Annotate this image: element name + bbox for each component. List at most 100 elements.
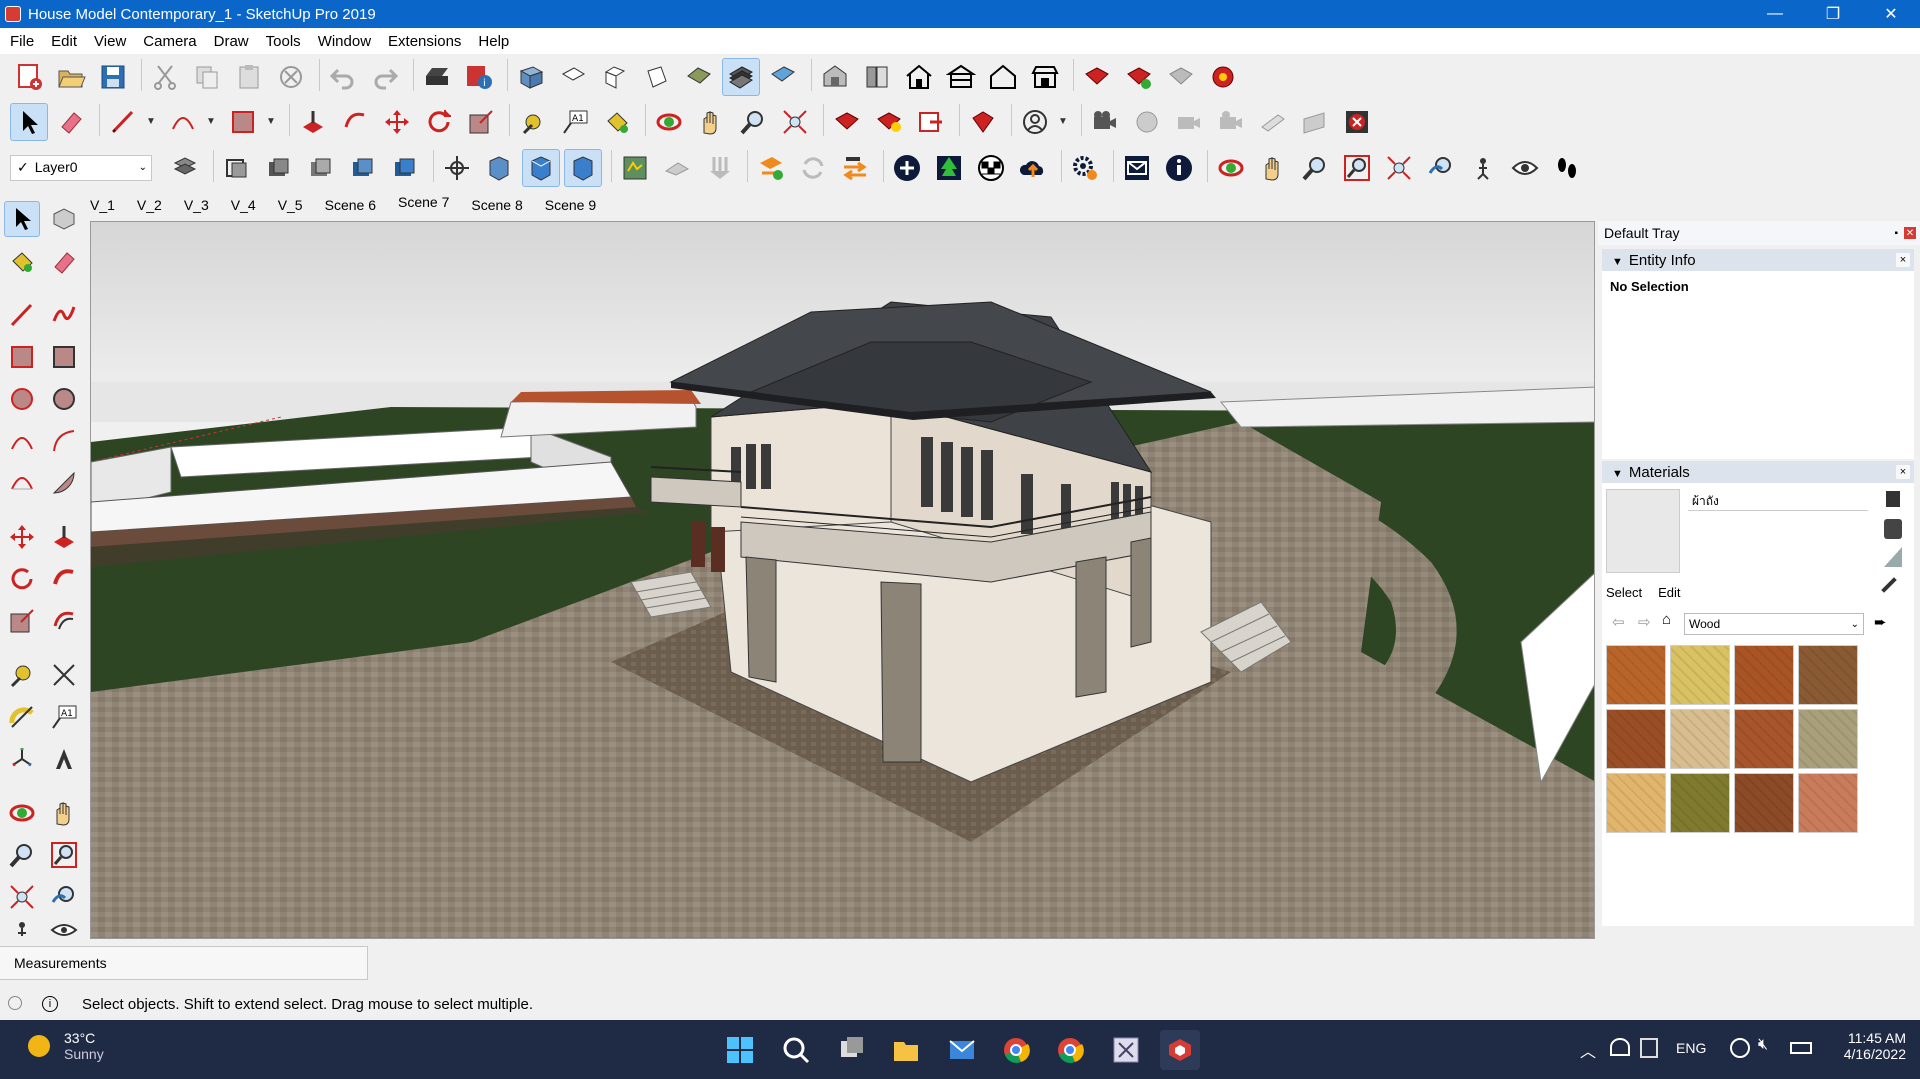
save-icon[interactable] [94, 58, 132, 96]
search-icon[interactable] [776, 1030, 816, 1070]
windows-start-icon[interactable] [720, 1030, 760, 1070]
scene-tab[interactable]: V_3 [184, 197, 209, 213]
xray-icon[interactable] [218, 149, 256, 187]
back-edges-icon[interactable] [260, 149, 298, 187]
pan-2-icon[interactable] [1254, 149, 1292, 187]
mail-app-icon[interactable] [942, 1030, 982, 1070]
camera-gray-icon[interactable] [1170, 103, 1208, 141]
measurements-box[interactable]: Measurements [0, 946, 368, 980]
orbit-2-icon[interactable] [1212, 149, 1250, 187]
rotate-tool-icon[interactable] [420, 103, 458, 141]
material-swatch[interactable] [1734, 709, 1794, 769]
zoom-window-icon[interactable] [1338, 149, 1376, 187]
photo-textures-icon[interactable] [700, 149, 738, 187]
text-tool-icon[interactable]: A1 [556, 103, 594, 141]
material-swatch[interactable] [1798, 645, 1858, 705]
mail-icon[interactable] [1118, 149, 1156, 187]
snipping-tool-icon[interactable] [1106, 1030, 1146, 1070]
orbit-icon[interactable] [4, 795, 40, 831]
warehouse-get-icon[interactable] [828, 103, 866, 141]
material-swatch[interactable] [1798, 773, 1858, 833]
scene-tab-active[interactable]: Scene 7 [398, 194, 449, 210]
select-tool-icon[interactable] [10, 102, 48, 141]
entity-info-close-icon[interactable]: × [1896, 253, 1910, 267]
polygon-tool-icon[interactable] [46, 381, 82, 417]
offset-tool-icon[interactable] [46, 603, 82, 639]
menu-file[interactable]: File [10, 33, 34, 50]
add-location-icon[interactable] [616, 149, 654, 187]
view-top-icon[interactable] [554, 58, 592, 96]
erase-selection-icon[interactable] [272, 58, 310, 96]
push-pull-icon[interactable] [294, 103, 332, 141]
add-circle-icon[interactable] [888, 149, 926, 187]
menu-camera[interactable]: Camera [143, 33, 196, 50]
paint-bucket-icon[interactable] [598, 103, 636, 141]
tape-measure-icon[interactable] [514, 103, 552, 141]
battery-icon[interactable] [1790, 1042, 1812, 1054]
create-material-icon[interactable] [1884, 519, 1902, 539]
zoom-2-icon[interactable] [1296, 149, 1334, 187]
look-around-icon[interactable] [1506, 149, 1544, 187]
language-indicator[interactable]: ENG [1676, 1040, 1706, 1056]
open-folder-icon[interactable] [52, 58, 90, 96]
minimize-button[interactable]: — [1746, 0, 1804, 28]
tab-select[interactable]: Select [1606, 585, 1642, 600]
tray-chevron-up-icon[interactable]: ︿ [1580, 1038, 1596, 1062]
push-pull-icon[interactable] [46, 519, 82, 555]
material-swatch[interactable] [1606, 645, 1666, 705]
scene-tab[interactable]: V_5 [278, 197, 303, 213]
look-around-icon[interactable] [46, 919, 82, 941]
globe-icon[interactable] [1730, 1038, 1750, 1058]
shaded-style-icon[interactable] [386, 149, 424, 187]
zoom-extents-icon[interactable] [4, 879, 40, 915]
rotated-rectangle-icon[interactable] [46, 339, 82, 375]
scene-tab[interactable]: V_4 [231, 197, 256, 213]
rectangle-tool-icon[interactable] [4, 339, 40, 375]
scale-tool-icon[interactable] [4, 603, 40, 639]
restore-button[interactable]: ❐ [1804, 0, 1862, 28]
collection-dropdown[interactable]: Wood ⌄ [1684, 613, 1864, 635]
chrome-profile-icon[interactable] [1050, 1030, 1090, 1070]
checker-sphere-icon[interactable] [972, 149, 1010, 187]
house-outline-icon[interactable] [984, 58, 1022, 96]
scale-tool-icon[interactable] [462, 103, 500, 141]
view-front-icon[interactable] [596, 58, 634, 96]
cloud-upload-icon[interactable] [1014, 149, 1052, 187]
in-model-home-icon[interactable]: ⌂ [1662, 611, 1671, 628]
paste-icon[interactable] [230, 58, 268, 96]
zoom-window-icon[interactable] [46, 837, 82, 873]
menu-tools[interactable]: Tools [266, 33, 301, 50]
warehouse-icon[interactable] [816, 58, 854, 96]
forward-arrow-icon[interactable]: ⇨ [1638, 613, 1651, 631]
swap-arrows-icon[interactable] [836, 149, 874, 187]
circle-tool-icon[interactable] [4, 381, 40, 417]
info-icon[interactable] [1160, 149, 1198, 187]
extension-export-icon[interactable] [1120, 58, 1158, 96]
pie-tool-icon[interactable] [46, 465, 82, 501]
shaded-textures-icon[interactable] [722, 57, 760, 96]
hard-drive-icon[interactable] [1640, 1038, 1658, 1058]
house-roof-icon[interactable] [1026, 58, 1064, 96]
chrome-icon[interactable] [996, 1030, 1036, 1070]
tray-close-icon[interactable]: ✕ [1904, 227, 1916, 239]
line-tool-dropdown-icon[interactable]: ▼ [146, 116, 158, 127]
scene-tab[interactable]: Scene 9 [545, 197, 596, 213]
materials-header[interactable]: ▼ Materials × [1602, 461, 1914, 483]
material-swatch[interactable] [1606, 709, 1666, 769]
scene-tab[interactable]: Scene 8 [471, 197, 522, 213]
back-arrow-icon[interactable]: ⇦ [1612, 613, 1625, 631]
3d-text-icon[interactable] [46, 741, 82, 777]
previous-view-icon[interactable] [46, 879, 82, 915]
pin-icon[interactable]: ▪ [1894, 228, 1898, 239]
menu-draw[interactable]: Draw [214, 33, 249, 50]
camera-scene-icon[interactable] [1086, 103, 1124, 141]
walk-icon[interactable] [1548, 149, 1586, 187]
paint-bucket-icon[interactable] [4, 244, 40, 280]
sample-paint-icon[interactable] [1884, 547, 1902, 567]
pan-icon[interactable] [692, 103, 730, 141]
zoom-icon[interactable] [4, 837, 40, 873]
scene-tab[interactable]: V_2 [137, 197, 162, 213]
extension-gray-icon[interactable] [1162, 58, 1200, 96]
file-explorer-icon[interactable] [886, 1030, 926, 1070]
layer-dropdown[interactable]: ✓ Layer0 ⌄ [10, 154, 152, 181]
